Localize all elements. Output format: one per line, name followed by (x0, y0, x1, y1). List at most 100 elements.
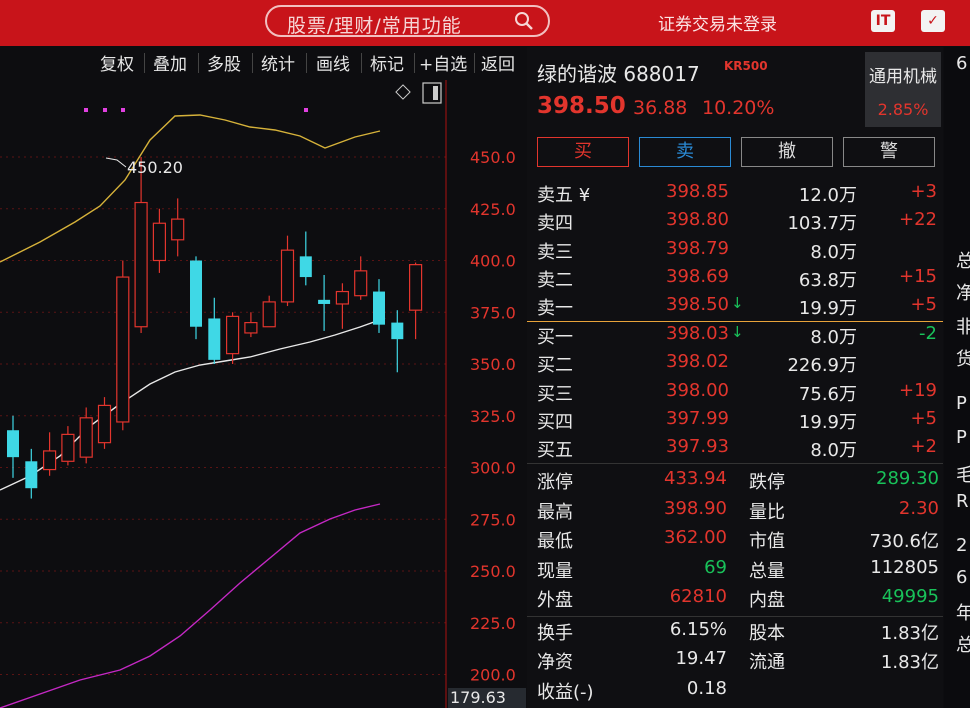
candle-up[interactable] (280, 249, 295, 303)
candle-down[interactable] (208, 318, 221, 360)
candle-up[interactable] (244, 322, 258, 334)
section-divider (527, 463, 943, 464)
toolbar-overlay[interactable]: 叠加 (153, 50, 187, 75)
marker-dot (304, 108, 308, 112)
stat-value: 398.90 (664, 497, 727, 519)
stat-label: 外盘 (537, 590, 573, 611)
candle-up[interactable] (409, 264, 423, 311)
candle-up[interactable] (335, 290, 349, 305)
toolbar-back[interactable]: 返回 (481, 50, 515, 75)
stat-row: 外盘 62810 内盘 49995 (527, 586, 943, 614)
toolbar-mark[interactable]: 标记 (370, 50, 404, 75)
stat-value: 0.18 (686, 677, 727, 699)
price-tick-label: 325.0 (470, 407, 516, 426)
bid-volume: 8.0万 (810, 327, 857, 348)
candle-up[interactable] (152, 222, 166, 262)
chart-grid (0, 156, 446, 675)
candle-up[interactable] (97, 404, 112, 444)
marker-dot (84, 108, 88, 112)
buy-button[interactable]: 买 (537, 137, 629, 167)
toolbar-divider (474, 53, 475, 73)
kline-chart[interactable]: 450.0 425.0 400.0 375.0 350.0 325.0 300.0 275.0… (0, 80, 526, 708)
stat-value: 2.30 (898, 497, 939, 519)
toolbar-stats[interactable]: 统计 (261, 50, 295, 75)
ask-row[interactable]: 卖五 ¥ 398.85 12.0万 +3 (527, 181, 943, 209)
stat-label: 最低 (537, 531, 573, 552)
stat-value: 1.83亿 (880, 622, 939, 644)
candle-up[interactable] (134, 201, 148, 328)
ask-row[interactable]: 卖四 398.80 103.7万 +22 (527, 209, 943, 237)
sell-button[interactable]: 卖 (639, 137, 731, 167)
message-button[interactable]: IT (871, 10, 895, 32)
candle-down[interactable] (318, 299, 331, 304)
sector-name: 通用机械 (869, 67, 937, 87)
stat-label: 涨停 (537, 472, 573, 493)
toolbar-divider (198, 53, 199, 73)
toolbar-draw-line[interactable]: 画线 (316, 50, 350, 75)
ask-row[interactable]: 卖一 398.50 ↓ 19.9万 +5 (527, 294, 943, 322)
toolbar-fuquan[interactable]: 复权 (100, 50, 134, 75)
stat-label: 跌停 (749, 472, 785, 493)
candle-down[interactable] (391, 322, 404, 340)
bid-row[interactable]: 买三 398.00 75.6万 +19 (527, 380, 943, 408)
price-tick-label: 400.0 (470, 252, 516, 271)
candle-up[interactable] (262, 301, 276, 328)
candle-down[interactable] (299, 256, 312, 278)
candle-down[interactable] (190, 260, 202, 327)
stat-label: 股本 (749, 622, 785, 644)
current-price: 398.50 (537, 93, 626, 119)
bid-change: +19 (899, 379, 937, 401)
right-edge-panel: 6总净非货PP毛R26年总 (944, 47, 970, 708)
ask-price: 398.80 (666, 209, 729, 231)
candle-up[interactable] (79, 417, 93, 458)
stat-value: 112805 (870, 556, 939, 578)
ask-price: 398.79 (666, 237, 729, 259)
edge-char: 非 (956, 317, 970, 338)
bid-label: 买一 (537, 327, 573, 348)
edge-char: P (956, 393, 967, 414)
stock-name-code: 绿的谐波 688017 (537, 62, 700, 86)
candle-down[interactable] (25, 461, 38, 489)
toolbar-add-watchlist[interactable]: +自选 (419, 50, 467, 75)
bottom-price-label: 179.63 (448, 688, 526, 708)
search-box[interactable]: 股票/理财/常用功能 (265, 5, 550, 37)
cancel-order-button[interactable]: 撤 (741, 137, 833, 167)
edge-char: 总 (956, 635, 970, 656)
login-status[interactable]: 证券交易未登录 (658, 10, 777, 35)
panel-toggle-icon[interactable] (422, 82, 442, 104)
candle-up[interactable] (171, 218, 185, 241)
stat-row: 涨停 433.94 跌停 289.30 (527, 468, 943, 496)
diamond-icon[interactable] (395, 84, 411, 100)
stat-value: 6.15% (669, 618, 727, 640)
stat-label: 换手 (537, 622, 573, 644)
price-change-pct: 10.20% (702, 97, 775, 119)
lower-band-line (0, 503, 381, 708)
bid-row[interactable]: 买一 398.03 ↓ 8.0万 -2 (527, 323, 943, 351)
stat-row: 最高 398.90 量比 2.30 (527, 498, 943, 526)
candle-up[interactable] (354, 270, 368, 297)
candle-up[interactable] (226, 315, 240, 355)
bid-label: 买五 (537, 440, 573, 462)
bid-row[interactable]: 买四 397.99 19.9万 +5 (527, 408, 943, 436)
candle-up[interactable] (42, 450, 57, 471)
ask-row[interactable]: 卖二 398.69 63.8万 +15 (527, 266, 943, 294)
alert-button[interactable]: 警 (843, 137, 935, 167)
edge-char: 货 (956, 349, 970, 370)
candle-up[interactable] (61, 433, 75, 462)
toolbar-multi-stock[interactable]: 多股 (207, 50, 241, 75)
bid-row[interactable]: 买二 398.02 226.9万 (527, 351, 943, 379)
stat-row: 净资 19.47 流通 1.83亿 (527, 648, 943, 676)
edit-button[interactable]: ✓ (921, 10, 945, 32)
toolbar-divider (414, 53, 415, 73)
stat-value: 730.6亿 (869, 531, 939, 552)
bid-change: -2 (919, 323, 937, 344)
candle-up[interactable] (116, 276, 130, 423)
edge-char: P (956, 427, 967, 448)
candle-down[interactable] (7, 430, 19, 458)
search-icon[interactable] (514, 11, 534, 31)
bid-row[interactable]: 买五 397.93 8.0万 +2 (527, 436, 943, 464)
candle-down[interactable] (373, 291, 385, 325)
sector-box[interactable]: 通用机械 2.85% (865, 52, 941, 127)
price-tick-label: 225.0 (470, 614, 516, 633)
ask-row[interactable]: 卖三 398.79 8.0万 (527, 238, 943, 266)
